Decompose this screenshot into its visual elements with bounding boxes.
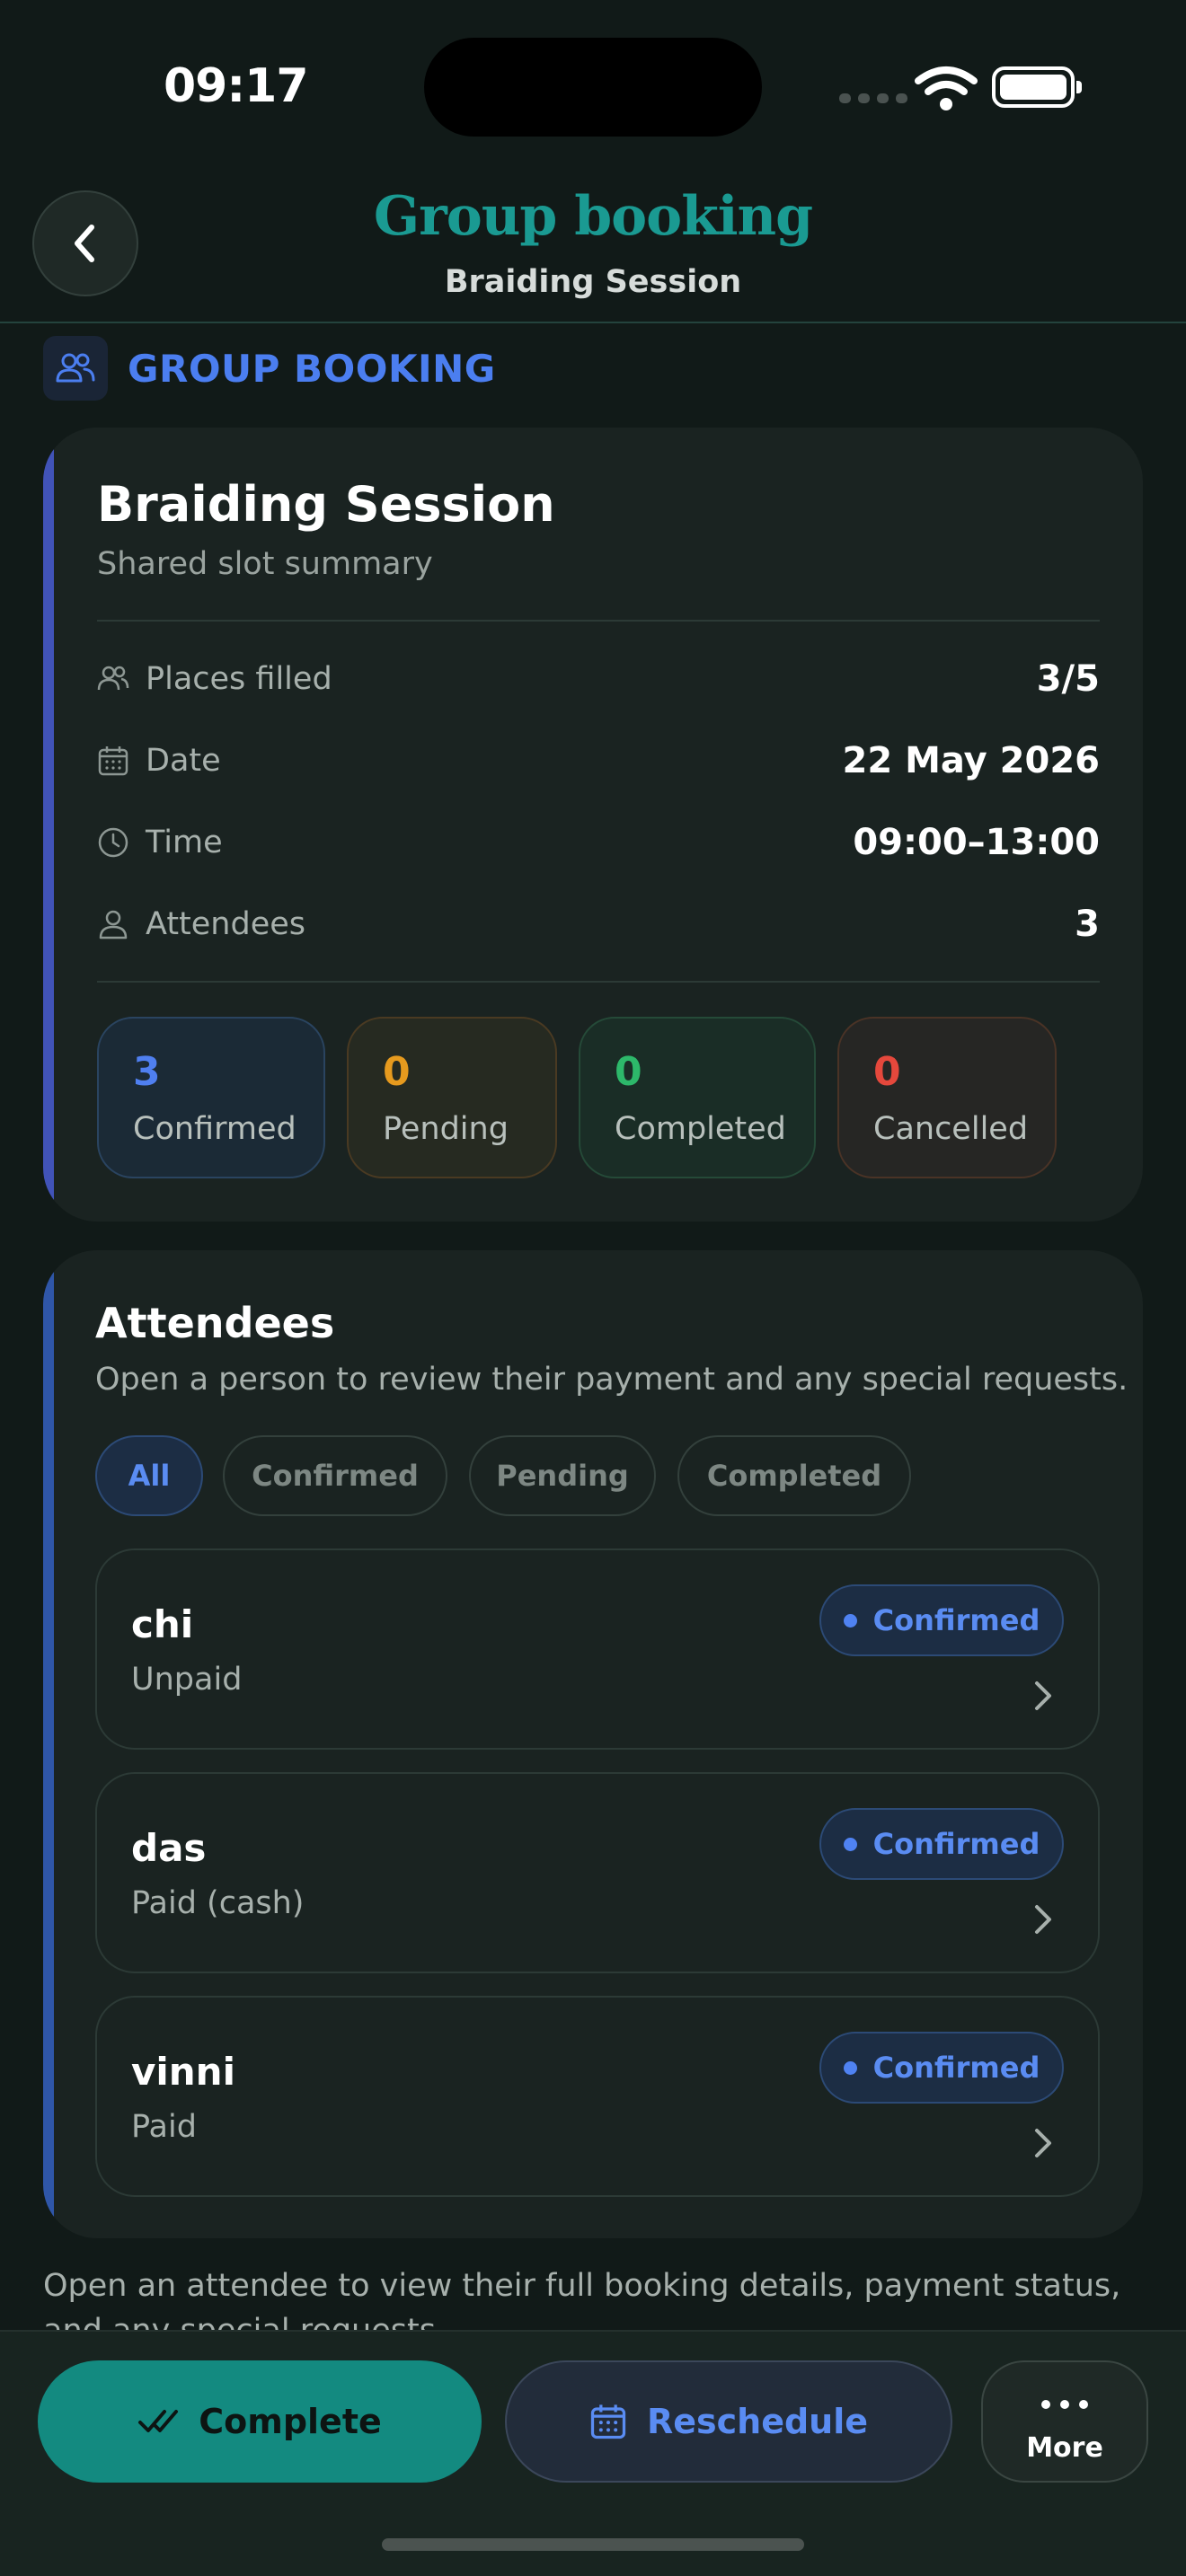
count: 0 [873, 1049, 901, 1095]
filter-all[interactable]: All [95, 1435, 203, 1516]
battery-icon [992, 66, 1082, 108]
chevron-right-icon [1035, 2129, 1051, 2157]
status-badge: Confirmed [819, 2032, 1064, 2104]
card-accent-bar [43, 428, 54, 1222]
attendees-card: Attendees Open a person to review their … [43, 1250, 1143, 2238]
chevron-right-icon [1035, 1681, 1051, 1710]
status-badge: Confirmed [819, 1808, 1064, 1880]
complete-button[interactable]: Complete [38, 2360, 482, 2483]
count-label: Pending [383, 1111, 509, 1147]
attendee-row-das[interactable]: das Paid (cash) Confirmed [95, 1772, 1100, 1973]
attendee-row-vinni[interactable]: vinni Paid Confirmed [95, 1996, 1100, 2197]
slot-summary-card: Braiding Session Shared slot summary Pla… [43, 428, 1143, 1222]
attendees-row: Attendees 3 [97, 897, 1100, 951]
more-button-label: More [1026, 2432, 1103, 2464]
status-time: 09:17 [164, 59, 309, 113]
count-label: Confirmed [133, 1111, 296, 1147]
page-subtitle: Braiding Session [444, 264, 742, 300]
attendee-name: vinni [131, 2050, 235, 2094]
card-accent-bar [43, 1250, 54, 2238]
calendar-icon [98, 746, 128, 776]
clock-icon [98, 827, 128, 858]
divider [97, 981, 1100, 983]
status-dot [843, 1837, 857, 1851]
row-label: Date [146, 743, 221, 779]
ellipsis-icon [983, 2400, 1146, 2409]
places-filled-value: 3/5 [1036, 658, 1100, 700]
session-title: Braiding Session [97, 476, 555, 533]
attendees-heading: Attendees [95, 1299, 335, 1347]
row-label: Attendees [146, 906, 306, 942]
pending-count-tile[interactable]: 0 Pending [347, 1017, 557, 1178]
section-label: GROUP BOOKING [128, 347, 496, 391]
attendees-description: Open a person to review their payment an… [95, 1362, 1128, 1398]
filter-pending[interactable]: Pending [469, 1435, 656, 1516]
chevron-right-icon [1035, 1905, 1051, 1934]
row-label: Time [146, 825, 223, 860]
session-subtitle: Shared slot summary [97, 546, 433, 582]
count: 0 [383, 1049, 411, 1095]
reschedule-button-label: Reschedule [646, 2402, 869, 2441]
row-label: Places filled [146, 661, 332, 697]
cancelled-count-tile[interactable]: 0 Cancelled [837, 1017, 1057, 1178]
count-label: Cancelled [873, 1111, 1029, 1147]
time-value: 09:00–13:00 [853, 822, 1100, 863]
screen: 09:17 Group booking Braiding Session GRO… [0, 0, 1186, 2576]
wifi-icon [915, 66, 978, 110]
attendee-name: das [131, 1826, 207, 1870]
count-label: Completed [615, 1111, 786, 1147]
payment-status: Paid [131, 2109, 197, 2145]
status-badge-label: Confirmed [872, 2051, 1040, 2085]
payment-status: Paid (cash) [131, 1885, 305, 1921]
divider [97, 620, 1100, 622]
more-button[interactable]: More [981, 2360, 1148, 2483]
person-icon [99, 910, 128, 940]
group-icon [43, 336, 108, 401]
status-dot [843, 1613, 857, 1628]
confirmed-count-tile[interactable]: 3 Confirmed [97, 1017, 325, 1178]
count: 0 [615, 1049, 642, 1095]
home-indicator[interactable] [382, 2538, 804, 2551]
completed-count-tile[interactable]: 0 Completed [579, 1017, 816, 1178]
complete-button-label: Complete [199, 2402, 382, 2441]
users-icon [97, 666, 129, 691]
time-row: Time 09:00–13:00 [97, 816, 1100, 869]
date-row: Date 22 May 2026 [97, 734, 1100, 788]
status-badge-label: Confirmed [872, 1827, 1040, 1861]
double-check-icon [138, 2410, 179, 2432]
filter-completed[interactable]: Completed [677, 1435, 911, 1516]
count: 3 [133, 1049, 161, 1095]
header-divider [0, 322, 1186, 323]
filter-confirmed[interactable]: Confirmed [223, 1435, 447, 1516]
cellular-signal-icon [839, 93, 907, 103]
attendee-row-chi[interactable]: chi Unpaid Confirmed [95, 1548, 1100, 1750]
dynamic-island [424, 38, 762, 137]
status-badge: Confirmed [819, 1584, 1064, 1656]
status-dot [843, 2060, 857, 2075]
payment-status: Unpaid [131, 1662, 243, 1698]
status-badge-label: Confirmed [872, 1603, 1040, 1637]
calendar-icon [590, 2404, 626, 2439]
page-title: Group booking [373, 185, 813, 248]
attendee-name: chi [131, 1602, 194, 1646]
date-value: 22 May 2026 [842, 740, 1100, 781]
attendees-value: 3 [1075, 904, 1100, 945]
reschedule-button[interactable]: Reschedule [505, 2360, 952, 2483]
places-filled-row: Places filled 3/5 [97, 652, 1100, 706]
